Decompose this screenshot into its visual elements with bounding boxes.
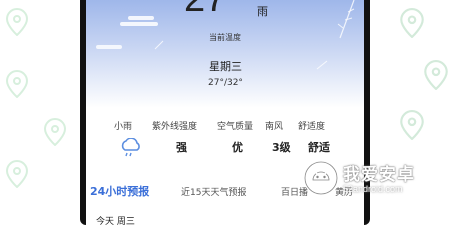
location-pin-icon <box>400 110 424 140</box>
location-pin-icon <box>6 8 28 36</box>
branch-decoration-icon <box>337 0 355 39</box>
weather-hero: 27 雨 当前温度 星期三 27°/32° <box>86 0 364 108</box>
location-pin-icon <box>400 8 424 38</box>
metric-uv-label: 紫外线强度 <box>152 122 198 132</box>
location-pin-icon <box>6 160 28 188</box>
metric-air-quality-value: 优 <box>232 141 243 154</box>
leaf-decoration-icon <box>316 60 328 70</box>
location-pin-icon <box>44 118 66 146</box>
metric-comfort-value: 舒适 <box>308 141 330 154</box>
temperature-range: 27°/32° <box>208 78 243 88</box>
weather-condition: 雨 <box>257 5 268 18</box>
tab-15day-forecast[interactable]: 近15天天气预报 <box>181 185 246 198</box>
metric-wind-label: 南风 <box>265 122 284 132</box>
current-temperature: 27 <box>184 0 226 18</box>
temperature-label: 当前温度 <box>209 33 241 42</box>
light-rain-icon <box>121 138 140 157</box>
leaf-decoration-icon <box>154 40 164 50</box>
android-logo-icon <box>303 160 339 196</box>
metric-comfort-label: 舒适度 <box>298 122 326 132</box>
metric-weather-label: 小雨 <box>114 122 133 132</box>
location-pin-icon <box>424 60 448 90</box>
watermark-title: 我爱安卓 <box>343 165 415 185</box>
cloud-icon <box>120 16 158 26</box>
tab-24h-forecast[interactable]: 24小时预报 <box>90 183 149 199</box>
day-row-label: 今天 周三 <box>96 217 135 225</box>
cloud-icon <box>96 45 122 49</box>
weekday: 星期三 <box>209 60 242 73</box>
metric-wind-value: 3级 <box>272 141 291 154</box>
watermark: 我爱安卓 52android.com <box>303 158 443 210</box>
metric-air-quality-label: 空气质量 <box>217 122 254 132</box>
metric-uv-value: 强 <box>176 141 187 154</box>
watermark-url: 52android.com <box>343 184 403 194</box>
location-pin-icon <box>6 70 28 98</box>
